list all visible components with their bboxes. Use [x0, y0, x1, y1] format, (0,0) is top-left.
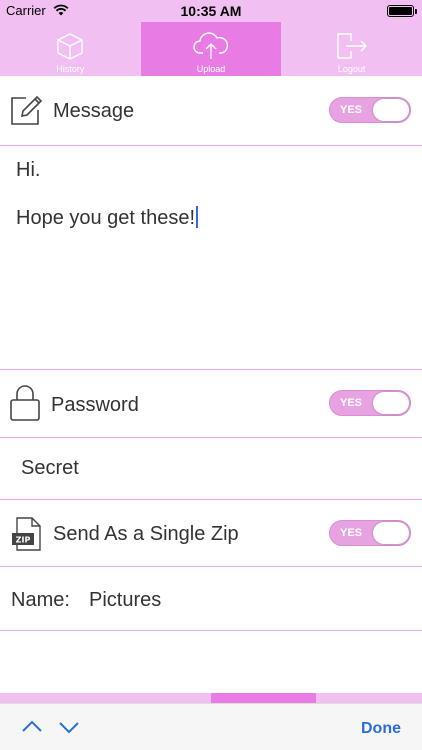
tab-history[interactable]: History — [0, 22, 141, 76]
toggle-label: YES — [340, 397, 363, 409]
zip-title: Send As a Single Zip — [53, 523, 239, 545]
tab-upload[interactable]: Upload — [140, 22, 282, 76]
lock-icon — [10, 385, 40, 421]
tab-label: Logout — [337, 64, 366, 74]
zip-header: ZIP Send As a Single Zip YES — [0, 500, 422, 567]
cube-icon — [57, 33, 84, 60]
toggle-knob — [373, 392, 409, 414]
tab-logout[interactable]: Logout — [281, 22, 422, 76]
zip-name-label: Name: — [11, 589, 70, 611]
zip-toggle[interactable]: YES — [329, 520, 411, 546]
password-header: Password YES — [0, 370, 422, 438]
tab-label: History — [56, 64, 85, 74]
zip-file-icon: ZIP — [12, 517, 41, 551]
svg-text:ZIP: ZIP — [16, 536, 31, 545]
message-line: Hi. — [16, 159, 41, 181]
toggle-knob — [373, 522, 409, 544]
toggle-label: YES — [340, 527, 363, 539]
status-time: 10:35 AM — [180, 3, 242, 19]
message-textarea[interactable]: Hi. Hope you get these! — [0, 146, 422, 370]
message-line: Hope you get these! — [16, 206, 199, 230]
toggle-label: YES — [340, 104, 363, 116]
battery-icon — [387, 5, 417, 17]
previous-field-button[interactable] — [20, 715, 44, 739]
message-line-text: Hope you get these! — [16, 207, 196, 229]
top-tab-bar: History Upload Logout — [0, 22, 422, 76]
zip-name-value: Pictures — [89, 589, 162, 611]
tab-label: Upload — [196, 64, 226, 74]
toggle-knob — [373, 99, 409, 121]
cloud-upload-icon — [193, 32, 229, 59]
next-field-button[interactable] — [57, 715, 81, 739]
keyboard-toolbar: Done — [0, 703, 422, 750]
zip-name-field[interactable]: Name: Pictures — [0, 567, 422, 631]
bottom-tab-strip — [0, 693, 422, 703]
logout-icon — [336, 33, 367, 59]
pencil-icon — [11, 95, 42, 125]
status-bar: Carrier 10:35 AM — [0, 0, 422, 22]
message-toggle[interactable]: YES — [329, 97, 411, 123]
done-button[interactable]: Done — [361, 720, 401, 738]
message-header: Message YES — [0, 76, 422, 146]
message-title: Message — [53, 100, 135, 122]
bottom-tab-active — [211, 693, 316, 703]
password-title: Password — [51, 394, 139, 416]
password-value: Secret — [21, 457, 79, 479]
text-caret — [196, 206, 199, 228]
password-toggle[interactable]: YES — [329, 390, 411, 416]
